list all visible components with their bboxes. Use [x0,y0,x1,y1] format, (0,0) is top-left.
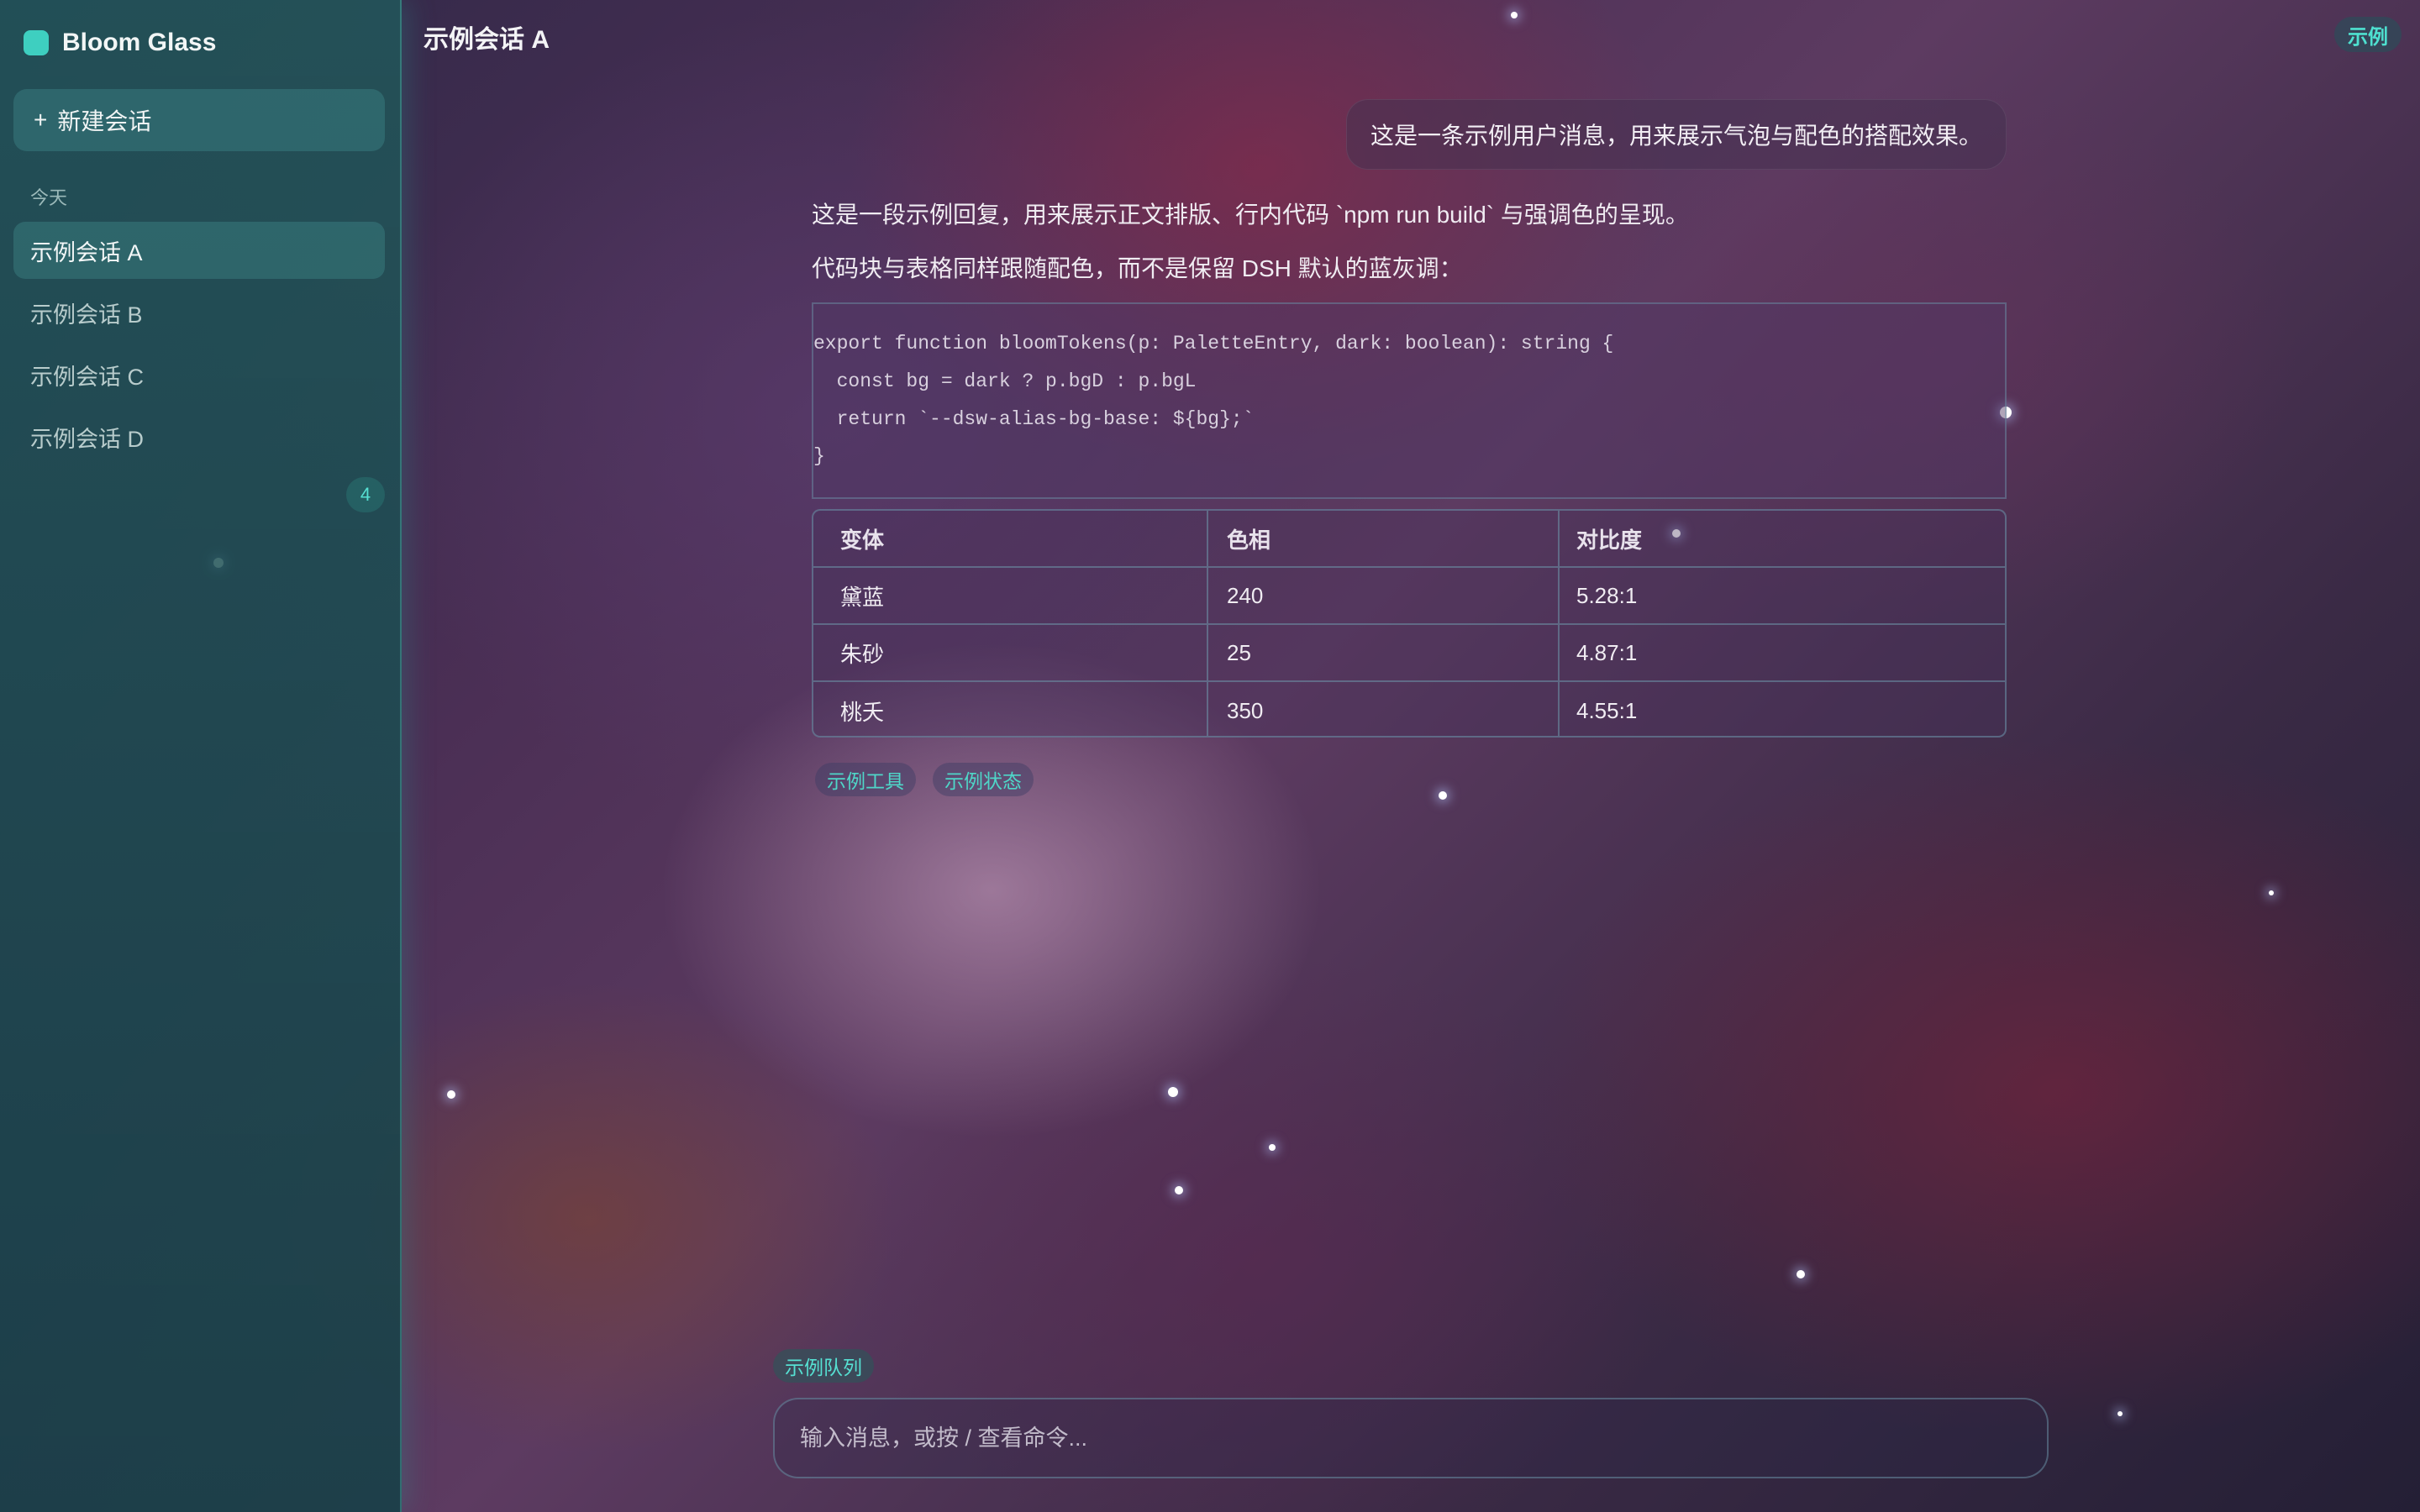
table-header-cell: 变体 [813,511,1208,566]
table-cell: 240 [1208,568,1560,623]
table-header-row: 变体 色相 对比度 [813,511,2005,568]
tool-chip[interactable]: 示例工具 [815,763,916,796]
table-cell: 4.87:1 [1576,639,1638,665]
star [2118,1411,2123,1416]
conversation-label: 示例会话 D [30,426,144,452]
conversation-label: 示例会话 A [30,239,143,265]
user-message-text: 这是一条示例用户消息，用来展示气泡与配色的搭配效果。 [1370,123,1982,149]
message-input[interactable] [798,1424,1978,1452]
table-cell: 350 [1208,682,1560,736]
star [1511,12,1518,18]
code-line: export function bloomTokens(p: PaletteEn… [813,333,1614,354]
code-line: return `--dsw-alias-bg-base: ${bg};` [813,408,1255,430]
plus-icon: + [34,107,48,133]
table-cell: 黛蓝 [813,568,1208,623]
message-composer[interactable] [773,1398,2049,1478]
star [1269,1144,1276,1151]
brand[interactable]: Bloom Glass [24,25,216,60]
sidebar: Bloom Glass + 新建会话 今天 示例会话 A 示例会话 B 示例会话… [0,0,402,1512]
table-cell: 25 [1208,625,1560,680]
star [1168,1087,1178,1097]
new-chat-button[interactable]: + 新建会话 [13,89,385,151]
code-block[interactable]: export function bloomTokens(p: PaletteEn… [812,302,2007,499]
code-line: } [813,445,825,467]
star [1797,1270,1805,1278]
table-header-cell: 色相 [1208,511,1560,566]
conversation-label: 示例会话 C [30,364,144,390]
new-chat-label: 新建会话 [57,108,152,134]
data-table: 变体 色相 对比度 黛蓝 240 5.28:1 朱砂 25 4.87:1 桃夭 … [812,509,2007,738]
table-cell: 朱砂 [813,625,1208,680]
conversation-group-label: 今天 [30,187,68,208]
conversation-item-b[interactable]: 示例会话 B [13,284,385,341]
table-cell: 4.55:1 [1576,697,1638,723]
conversation-label: 示例会话 B [30,302,143,328]
status-chip[interactable]: 示例状态 [933,763,1034,796]
table-header-cell: 对比度 [1576,527,1643,553]
conversation-item-d[interactable]: 示例会话 D [13,408,385,465]
user-message-bubble: 这是一条示例用户消息，用来展示气泡与配色的搭配效果。 [1345,99,2007,170]
conversation-item-a[interactable]: 示例会话 A [13,222,385,279]
star [2269,890,2274,895]
app-logo-icon [24,30,49,55]
conversation-item-c[interactable]: 示例会话 C [13,346,385,403]
table-cell: 5.28:1 [1576,582,1638,608]
table-cell: 桃夭 [813,682,1208,736]
table-row: 朱砂 25 4.87:1 [813,625,2005,682]
code-line: const bg = dark ? p.bgD : p.bgL [813,370,1197,392]
star [447,1090,455,1099]
table-row: 桃夭 350 4.55:1 [813,682,2005,736]
count-badge[interactable]: 4 [346,477,385,512]
page-title: 示例会话 A [424,26,550,54]
assistant-text-line: 代码块与表格同样跟随配色，而不是保留 DSH 默认的蓝灰调： [812,255,1463,281]
queue-chip[interactable]: 示例队列 [773,1349,874,1383]
table-row: 黛蓝 240 5.28:1 [813,568,2005,625]
star [1439,791,1447,800]
star [1175,1186,1183,1194]
app-name: Bloom Glass [62,29,217,56]
assistant-text-line: 这是一段示例回复，用来展示正文排版、行内代码 `npm run build` 与… [812,202,1689,228]
header-badge[interactable]: 示例 [2334,17,2402,52]
